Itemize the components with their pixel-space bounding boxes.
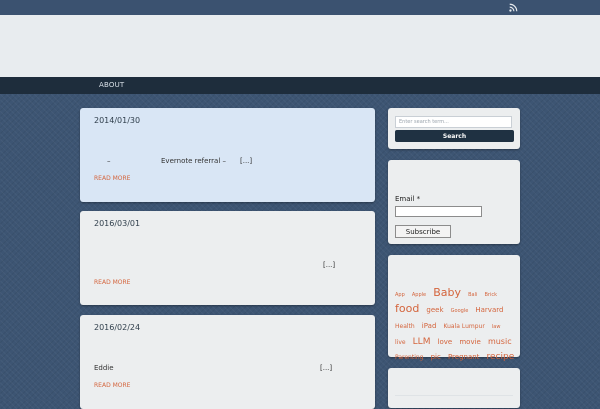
tag-link[interactable]: music <box>488 337 512 346</box>
rss-icon[interactable] <box>509 3 518 12</box>
tag-link[interactable]: Parenting <box>395 354 424 361</box>
post-card: 2016/02/24 Eddie [...] READ MORE <box>80 315 375 409</box>
tag-link[interactable]: law <box>492 324 501 330</box>
tag-link[interactable]: movie <box>459 338 481 346</box>
email-field[interactable] <box>395 206 482 217</box>
tag-link[interactable]: Pregnant <box>448 353 479 361</box>
post-date: 2014/01/30 <box>94 116 141 125</box>
top-bar <box>0 0 600 15</box>
tag-link[interactable]: Baby <box>433 286 461 299</box>
email-label: Email * <box>395 195 421 203</box>
subscribe-widget: Email * Subscribe <box>388 160 520 244</box>
site-header <box>0 15 600 77</box>
tag-link[interactable]: pic <box>431 353 441 361</box>
tag-link[interactable]: live <box>395 339 406 346</box>
post-excerpt-ellipsis: [...] <box>240 157 253 165</box>
tag-link[interactable]: Bali <box>468 292 477 298</box>
tag-link[interactable]: App <box>395 292 405 298</box>
tag-cloud-widget: App Apple Baby Bali Brick food geek Goog… <box>388 255 520 376</box>
tag-link[interactable]: Kuala Lumpur <box>443 323 484 330</box>
tag-link[interactable]: Apple <box>412 292 426 298</box>
tag-link[interactable]: iPad <box>422 322 437 330</box>
divider <box>395 395 513 396</box>
post-date: 2016/03/01 <box>94 219 141 228</box>
nav-item-about[interactable]: ABOUT <box>99 81 124 89</box>
post-excerpt-name: Eddie <box>94 364 114 372</box>
post-excerpt-ellipsis: [...] <box>320 364 333 372</box>
tag-link[interactable]: love <box>438 338 453 346</box>
tag-link[interactable]: Health <box>395 323 415 330</box>
search-widget: Search <box>388 108 520 149</box>
tag-link[interactable]: geek <box>426 306 443 314</box>
tag-link[interactable]: Google <box>451 308 469 314</box>
tag-link[interactable]: Harvard <box>475 306 503 314</box>
tag-link[interactable]: Brick <box>484 292 497 298</box>
post-card: 2014/01/30 – Evernote referral – [...] R… <box>80 108 375 202</box>
post-excerpt-link[interactable]: Evernote referral – <box>161 157 226 165</box>
post-date: 2016/02/24 <box>94 323 141 332</box>
read-more-link[interactable]: READ MORE <box>94 175 130 182</box>
read-more-link[interactable]: READ MORE <box>94 279 130 286</box>
search-button[interactable]: Search <box>395 130 514 142</box>
post-card: 2016/03/01 [...] READ MORE <box>80 211 375 305</box>
tag-link[interactable]: food <box>395 302 419 315</box>
post-excerpt-ellipsis: [...] <box>323 261 336 269</box>
read-more-link[interactable]: READ MORE <box>94 382 130 389</box>
tag-link[interactable]: recipe <box>487 352 515 362</box>
sidebar-widget <box>388 368 520 408</box>
post-excerpt-dash: – <box>107 157 111 165</box>
tag-cloud: App Apple Baby Bali Brick food geek Goog… <box>395 285 517 379</box>
tag-link[interactable]: LLM <box>413 337 431 347</box>
search-input[interactable] <box>395 116 512 128</box>
subscribe-button[interactable]: Subscribe <box>395 225 451 238</box>
main-nav: ABOUT <box>0 77 600 94</box>
